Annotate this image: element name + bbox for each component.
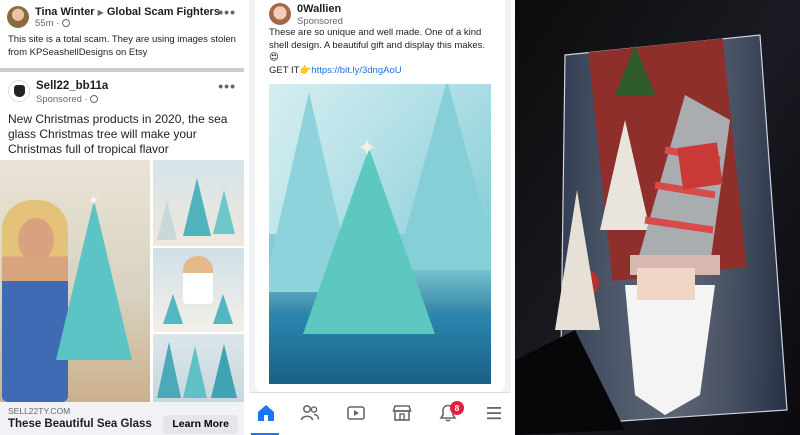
- cta-prefix: GET IT👉: [269, 64, 312, 76]
- tree-starfish-icon: ✦: [357, 135, 378, 162]
- thumb-tree: [157, 342, 181, 398]
- face: [18, 218, 54, 262]
- advertiser-name[interactable]: 0Wallien: [297, 3, 343, 15]
- tab-home[interactable]: [249, 399, 283, 435]
- thumb-tree: [211, 344, 237, 398]
- tab-watch[interactable]: [339, 399, 373, 431]
- post-time[interactable]: 55m: [35, 18, 53, 29]
- post-text: This site is a total scam. They are usin…: [8, 34, 236, 58]
- sea-glass-tree: [303, 148, 435, 334]
- sponsored-label: Sponsored ·: [36, 94, 108, 105]
- post-photo[interactable]: ✦: [269, 84, 491, 384]
- marketplace-icon: [392, 405, 412, 421]
- advertiser-avatar[interactable]: [8, 80, 30, 102]
- group-name[interactable]: Global Scam Fighters: [107, 6, 220, 18]
- video-icon: [347, 406, 365, 420]
- thumb-tree: [157, 200, 177, 240]
- sponsored-post-card: 0Wallien Sponsored These are so unique a…: [255, 0, 505, 392]
- tab-marketplace[interactable]: [385, 399, 419, 431]
- tab-friends[interactable]: [293, 399, 327, 431]
- report-post: Tina Winter ▶ Global Scam Fighters 55m ·…: [0, 0, 244, 64]
- globe-icon: [61, 19, 70, 28]
- author-avatar[interactable]: [7, 6, 29, 28]
- sponsored-label: Sponsored: [297, 16, 343, 27]
- gnome-face: [637, 268, 695, 300]
- gift-box: [677, 142, 723, 190]
- link-title[interactable]: These Beautiful Sea Glass: [8, 418, 152, 430]
- bottom-tab-bar: 8: [249, 392, 511, 435]
- advertiser-name[interactable]: Sell22_bb11a: [36, 80, 108, 92]
- tree-star-icon: ✦: [88, 192, 100, 208]
- tab-menu[interactable]: [477, 399, 511, 431]
- hamburger-icon: [487, 407, 501, 420]
- more-options-icon[interactable]: •••: [218, 78, 236, 94]
- friends-icon: [300, 404, 320, 421]
- sponsored-ad-post: Sell22_bb11a Sponsored · ••• New Christm…: [0, 72, 244, 435]
- thumb-tree: [183, 346, 207, 398]
- woman-figure: [183, 256, 213, 304]
- scam-report-screenshot: Tina Winter ▶ Global Scam Fighters 55m ·…: [0, 0, 244, 435]
- triangle-right-icon: ▶: [97, 8, 104, 17]
- post-text: These are so unique and well made. One o…: [269, 27, 491, 77]
- thumb-tree: [163, 294, 183, 324]
- thumb-tree: [213, 190, 235, 234]
- post-link[interactable]: https://bit.ly/3dngAoU: [311, 65, 401, 76]
- thumb-tree: [213, 294, 233, 324]
- advertiser-logo-icon: [14, 85, 25, 97]
- ad-main-photo[interactable]: ✦: [0, 160, 150, 402]
- home-icon: [258, 405, 274, 421]
- post-body: These are so unique and well made. One o…: [269, 27, 485, 63]
- advertiser-avatar[interactable]: [269, 3, 291, 25]
- ad-text: New Christmas products in 2020, the sea …: [8, 112, 228, 156]
- post-author-line: Tina Winter ▶ Global Scam Fighters: [35, 6, 220, 18]
- ad-thumb-1[interactable]: [153, 160, 244, 246]
- ad-thumb-3[interactable]: [153, 334, 244, 402]
- post-meta: 55m ·: [35, 18, 220, 29]
- more-options-icon[interactable]: •••: [218, 4, 236, 20]
- facebook-mobile-screenshot: 0Wallien Sponsored These are so unique a…: [249, 0, 511, 435]
- ad-thumb-2[interactable]: [153, 248, 244, 332]
- globe-icon: [90, 95, 99, 104]
- link-domain: SELL22TY.COM: [8, 406, 71, 416]
- sea-glass-tree: [56, 200, 132, 360]
- photo-illustration: [515, 0, 800, 435]
- ad-link-footer[interactable]: SELL22TY.COM These Beautiful Sea Glass L…: [0, 402, 244, 435]
- tab-notifications[interactable]: 8: [431, 399, 465, 431]
- author-name[interactable]: Tina Winter: [35, 6, 95, 18]
- notification-count-badge: 8: [450, 401, 464, 415]
- sponsored-text: Sponsored: [36, 94, 82, 105]
- thumb-tree: [183, 178, 211, 236]
- received-product-photo: [515, 0, 800, 435]
- learn-more-button[interactable]: Learn More: [163, 415, 238, 434]
